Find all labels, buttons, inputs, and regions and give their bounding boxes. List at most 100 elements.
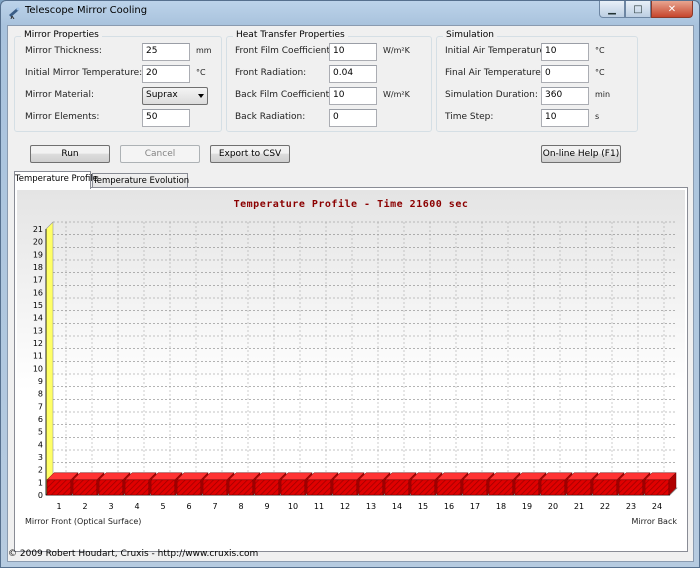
x-tick-label: 14 bbox=[392, 502, 402, 511]
back-radiation-row: Back Radiation: 0 bbox=[235, 109, 431, 127]
duration-input[interactable]: 360 bbox=[541, 87, 589, 105]
initial-air-input[interactable]: 10 bbox=[541, 43, 589, 61]
y-tick-label: 10 bbox=[33, 364, 43, 373]
initial-mirror-temp-input[interactable]: 20 bbox=[142, 65, 190, 83]
bar-front bbox=[592, 479, 618, 496]
x-tick-label: 24 bbox=[652, 502, 662, 511]
y-tick-label: 4 bbox=[38, 440, 43, 449]
y-tick-label: 0 bbox=[38, 491, 43, 500]
x-tick-label: 12 bbox=[340, 502, 350, 511]
y-tick-label: 2 bbox=[38, 466, 43, 475]
mirror-material-label: Mirror Material: bbox=[25, 90, 94, 100]
y-tick-label: 14 bbox=[33, 314, 43, 323]
y-tick-label: 12 bbox=[33, 339, 43, 348]
tab-panel: Temperature Profile - Time 21600 sec 012… bbox=[14, 187, 688, 552]
minimize-button[interactable]: ▁ bbox=[599, 1, 625, 18]
cancel-button[interactable]: Cancel bbox=[120, 145, 200, 163]
bar-front bbox=[254, 479, 280, 496]
mirror-thickness-row: Mirror Thickness: 25 mm bbox=[25, 43, 215, 61]
tab-temperature-profile[interactable]: Temperature Profile bbox=[14, 171, 98, 189]
bar-front bbox=[72, 479, 98, 496]
app-window: Telescope Mirror Cooling ▁ □ ✕ Mirror Pr… bbox=[0, 0, 700, 568]
bar-front bbox=[644, 479, 670, 496]
x-tick-label: 2 bbox=[82, 502, 87, 511]
simulation-title: Simulation bbox=[443, 30, 497, 40]
y-tick-label: 8 bbox=[38, 390, 43, 399]
y-tick-label: 6 bbox=[38, 415, 43, 424]
final-air-unit: °C bbox=[595, 68, 605, 77]
main-panel: Mirror Properties Mirror Thickness: 25 m… bbox=[7, 25, 694, 562]
x-tick-label: 15 bbox=[418, 502, 428, 511]
y-tick-label: 15 bbox=[33, 301, 43, 310]
bar-front bbox=[566, 479, 592, 496]
bar-front bbox=[488, 479, 514, 496]
mirror-elements-label: Mirror Elements: bbox=[25, 112, 100, 122]
x-tick-label: 20 bbox=[548, 502, 558, 511]
back-film-input[interactable]: 10 bbox=[329, 87, 377, 105]
x-tick-label: 11 bbox=[314, 502, 324, 511]
x-tick-label: 21 bbox=[574, 502, 584, 511]
window-title: Telescope Mirror Cooling bbox=[25, 5, 148, 16]
export-csv-button[interactable]: Export to CSV bbox=[210, 145, 290, 163]
minimize-icon: ▁ bbox=[608, 3, 616, 15]
initial-air-row: Initial Air Temperature: 10 °C bbox=[445, 43, 635, 61]
y-tick-label: 17 bbox=[33, 276, 43, 285]
bar-front bbox=[46, 479, 72, 496]
bar-front bbox=[410, 479, 436, 496]
bar-front bbox=[332, 479, 358, 496]
bar-front bbox=[228, 479, 254, 496]
y-tick-label: 18 bbox=[33, 263, 43, 272]
bar-front bbox=[202, 479, 228, 496]
mirror-thickness-label: Mirror Thickness: bbox=[25, 46, 102, 56]
heat-transfer-title: Heat Transfer Properties bbox=[233, 30, 348, 40]
title-bar[interactable]: Telescope Mirror Cooling ▁ □ ✕ bbox=[1, 1, 699, 23]
x-tick-label: 3 bbox=[108, 502, 113, 511]
initial-mirror-temp-row: Initial Mirror Temperature: 20 °C bbox=[25, 65, 215, 83]
y-tick-label: 9 bbox=[38, 377, 43, 386]
front-film-label: Front Film Coefficient: bbox=[235, 46, 334, 56]
telescope-icon bbox=[9, 7, 20, 19]
back-film-unit: W/m²K bbox=[383, 90, 410, 99]
bar-front bbox=[306, 479, 332, 496]
initial-air-unit: °C bbox=[595, 46, 605, 55]
mirror-material-select[interactable]: Suprax bbox=[142, 87, 208, 105]
status-text: © 2009 Robert Houdart, Cruxis - http://w… bbox=[8, 549, 259, 559]
duration-unit: min bbox=[595, 90, 611, 99]
front-radiation-row: Front Radiation: 0.04 bbox=[235, 65, 431, 83]
duration-row: Simulation Duration: 360 min bbox=[445, 87, 635, 105]
x-tick-label: 17 bbox=[470, 502, 480, 511]
mirror-thickness-input[interactable]: 25 bbox=[142, 43, 190, 61]
bar-front bbox=[514, 479, 540, 496]
front-film-input[interactable]: 10 bbox=[329, 43, 377, 61]
online-help-button[interactable]: On-line Help (F1) bbox=[541, 145, 621, 163]
mirror-elements-input[interactable]: 50 bbox=[142, 109, 190, 127]
close-button[interactable]: ✕ bbox=[651, 1, 693, 18]
x-left-label: Mirror Front (Optical Surface) bbox=[25, 517, 142, 526]
y-tick-label: 16 bbox=[33, 288, 43, 297]
x-tick-label: 4 bbox=[134, 502, 139, 511]
x-tick-label: 22 bbox=[600, 502, 610, 511]
maximize-button[interactable]: □ bbox=[625, 1, 651, 18]
bar-front bbox=[358, 479, 384, 496]
initial-mirror-temp-label: Initial Mirror Temperature: bbox=[25, 68, 143, 78]
bar-front bbox=[540, 479, 566, 496]
back-radiation-input[interactable]: 0 bbox=[329, 109, 377, 127]
back-film-label: Back Film Coefficient: bbox=[235, 90, 333, 100]
front-radiation-label: Front Radiation: bbox=[235, 68, 307, 78]
final-air-row: Final Air Temperature: 0 °C bbox=[445, 65, 635, 83]
x-tick-label: 9 bbox=[264, 502, 269, 511]
x-tick-label: 18 bbox=[496, 502, 506, 511]
front-radiation-input[interactable]: 0.04 bbox=[329, 65, 377, 83]
mirror-material-value: Suprax bbox=[146, 90, 178, 100]
chevron-down-icon bbox=[198, 94, 204, 98]
run-button[interactable]: Run bbox=[30, 145, 110, 163]
mirror-thickness-unit: mm bbox=[196, 46, 212, 55]
time-step-unit: s bbox=[595, 112, 600, 121]
mirror-material-row: Mirror Material: Suprax bbox=[25, 87, 215, 105]
heat-transfer-group: Heat Transfer Properties Front Film Coef… bbox=[226, 30, 432, 132]
time-step-input[interactable]: 10 bbox=[541, 109, 589, 127]
mirror-properties-group: Mirror Properties Mirror Thickness: 25 m… bbox=[14, 30, 222, 132]
final-air-label: Final Air Temperature: bbox=[445, 68, 544, 78]
final-air-input[interactable]: 0 bbox=[541, 65, 589, 83]
time-step-row: Time Step: 10 s bbox=[445, 109, 635, 127]
